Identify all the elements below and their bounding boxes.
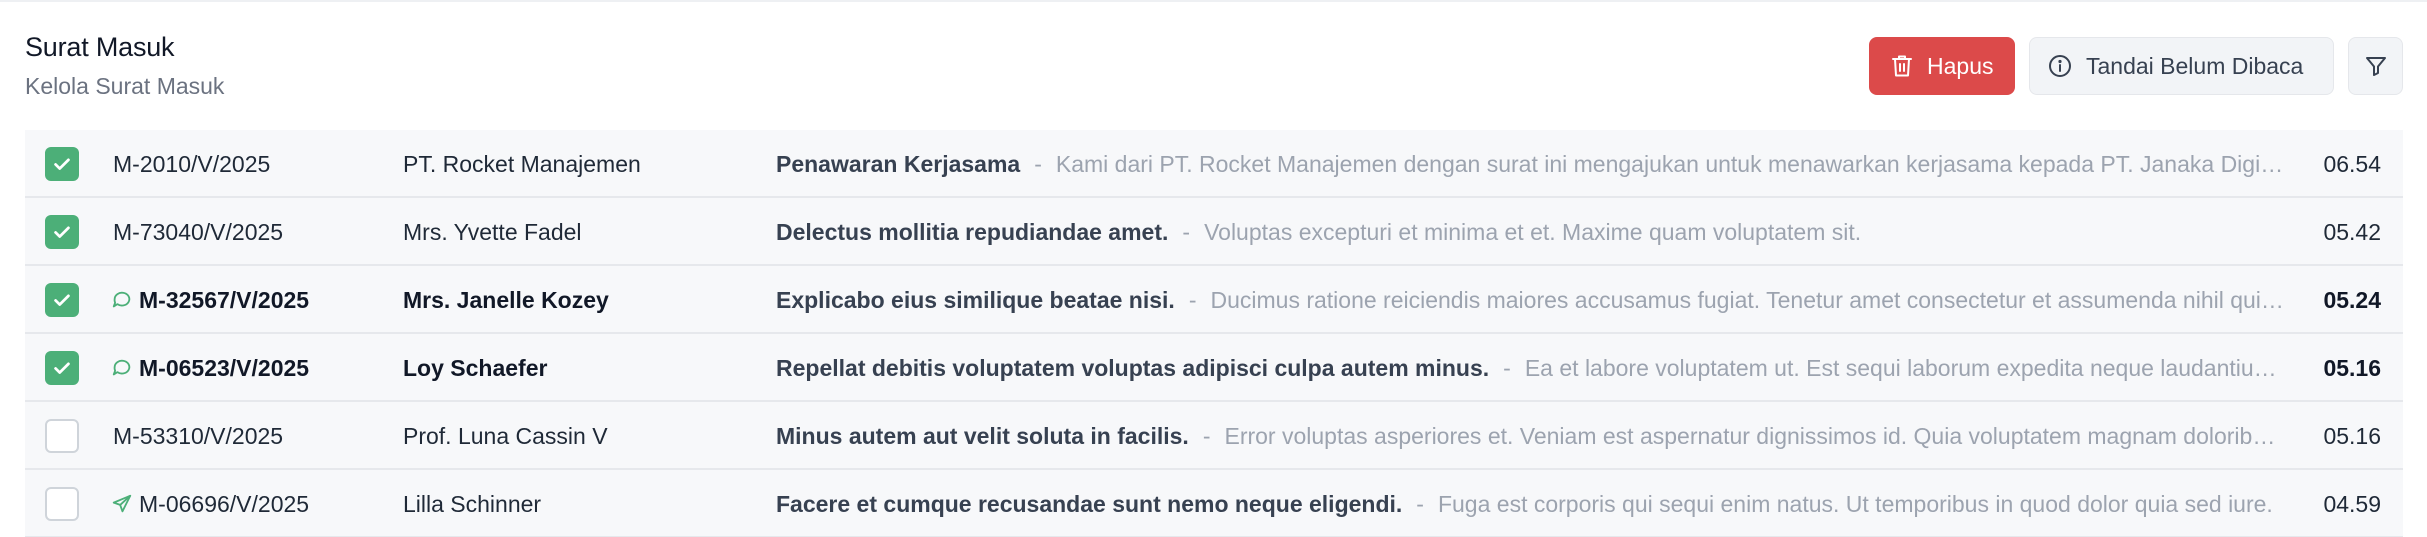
received-time: 06.54: [2323, 150, 2381, 177]
row-checkbox[interactable]: [45, 487, 79, 521]
message-preview: Voluptas excepturi et minima et et. Maxi…: [1204, 218, 1862, 245]
mail-row[interactable]: M-32567/V/2025 Mrs. Janelle Kozey Explic…: [25, 266, 2403, 334]
letter-number: M-73040/V/2025: [113, 198, 283, 266]
filter-icon: [2364, 54, 2388, 78]
separator: -: [1416, 490, 1424, 517]
info-circle-icon: [2048, 54, 2072, 78]
sender-name: Loy Schaefer: [403, 354, 548, 381]
message-subject: Repellat debitis voluptatem voluptas adi…: [776, 354, 1490, 381]
letter-number-text: M-2010/V/2025: [113, 150, 271, 177]
message-summary: Delectus mollitia repudiandae amet. - Vo…: [776, 198, 2288, 266]
letter-number: M-2010/V/2025: [113, 130, 270, 198]
row-checkbox[interactable]: [45, 215, 79, 249]
message-subject: Facere et cumque recusandae sunt nemo ne…: [776, 490, 1403, 517]
mail-row[interactable]: M-06696/V/2025 Lilla Schinner Facere et …: [25, 470, 2403, 537]
message-summary: Explicabo eius similique beatae nisi. - …: [776, 266, 2288, 334]
sender-name: Lilla Schinner: [403, 490, 542, 517]
letter-number: M-06696/V/2025: [111, 470, 310, 537]
letter-number-text: M-73040/V/2025: [113, 218, 284, 245]
separator: -: [1182, 218, 1191, 245]
page-title: Surat Masuk: [25, 32, 175, 62]
received-time: 05.16: [2323, 422, 2381, 449]
message-summary: Minus autem aut velit soluta in facilis.…: [776, 402, 2288, 470]
letter-number: M-06523/V/2025: [111, 334, 310, 402]
letter-number-text: M-53310/V/2025: [113, 422, 284, 449]
row-checkbox[interactable]: [45, 147, 79, 181]
message-summary: Penawaran Kerjasama - Kami dari PT. Rock…: [776, 130, 2288, 198]
received-time: 05.24: [2323, 286, 2381, 313]
mail-row[interactable]: M-06523/V/2025 Loy Schaefer Repellat deb…: [25, 334, 2403, 402]
message-preview: Kami dari PT. Rocket Manajemen dengan su…: [1055, 150, 2288, 177]
message-preview: Ducimus ratione reiciendis maiores accus…: [1210, 286, 2288, 313]
delete-button[interactable]: Hapus: [1869, 37, 2015, 95]
sender-name: Prof. Luna Cassin V: [403, 422, 608, 449]
message-subject: Penawaran Kerjasama: [776, 150, 1021, 177]
separator: -: [1034, 150, 1042, 177]
trash-icon: [1891, 54, 1913, 78]
page-subtitle: Kelola Surat Masuk: [25, 73, 225, 99]
chat-bubble-icon: [111, 357, 133, 379]
message-preview: Ea et labore voluptatem ut. Est sequi la…: [1524, 354, 2288, 381]
mail-row[interactable]: M-73040/V/2025 Mrs. Yvette Fadel Delectu…: [25, 198, 2403, 266]
separator: -: [1188, 286, 1197, 313]
letter-number: M-32567/V/2025: [111, 266, 310, 334]
mail-row[interactable]: M-2010/V/2025 PT. Rocket Manajemen Penaw…: [25, 130, 2403, 198]
row-checkbox[interactable]: [45, 283, 79, 317]
letter-number-text: M-32567/V/2025: [139, 286, 310, 313]
checkmark-icon: [51, 357, 73, 379]
received-time: 05.16: [2323, 354, 2381, 381]
sender-name: PT. Rocket Manajemen: [403, 150, 641, 177]
send-icon: [111, 493, 133, 515]
sender-name: Mrs. Janelle Kozey: [403, 286, 609, 313]
message-summary: Repellat debitis voluptatem voluptas adi…: [776, 334, 2288, 402]
received-time: 05.42: [2323, 218, 2381, 245]
mail-row[interactable]: M-53310/V/2025 Prof. Luna Cassin V Minus…: [25, 402, 2403, 470]
message-subject: Explicabo eius similique beatae nisi.: [776, 286, 1175, 313]
mail-list: M-2010/V/2025 PT. Rocket Manajemen Penaw…: [25, 130, 2403, 537]
separator: -: [1503, 354, 1511, 381]
message-preview: Fuga est corporis qui sequi enim natus. …: [1437, 490, 2273, 517]
letter-number: M-53310/V/2025: [113, 402, 283, 470]
delete-button-label: Hapus: [1927, 52, 1994, 79]
checkmark-icon: [51, 221, 73, 243]
sender-name: Mrs. Yvette Fadel: [403, 218, 582, 245]
checkmark-icon: [51, 289, 73, 311]
message-preview: Error voluptas asperiores et. Veniam est…: [1224, 422, 2288, 449]
filter-button[interactable]: [2348, 37, 2403, 95]
chat-bubble-icon: [111, 289, 133, 311]
letter-number-text: M-06523/V/2025: [139, 354, 310, 381]
letter-number-text: M-06696/V/2025: [139, 490, 310, 517]
row-checkbox[interactable]: [45, 419, 79, 453]
mark-unread-button[interactable]: Tandai Belum Dibaca: [2029, 37, 2334, 95]
page-header: Surat Masuk Kelola Surat Masuk Hapus Tan…: [0, 0, 2427, 130]
received-time: 04.59: [2323, 490, 2381, 517]
message-summary: Facere et cumque recusandae sunt nemo ne…: [776, 470, 2288, 537]
message-subject: Minus autem aut velit soluta in facilis.: [776, 422, 1189, 449]
row-checkbox[interactable]: [45, 351, 79, 385]
message-subject: Delectus mollitia repudiandae amet.: [776, 218, 1169, 245]
mark-unread-button-label: Tandai Belum Dibaca: [2086, 52, 2304, 79]
separator: -: [1202, 422, 1211, 449]
checkmark-icon: [51, 153, 73, 175]
